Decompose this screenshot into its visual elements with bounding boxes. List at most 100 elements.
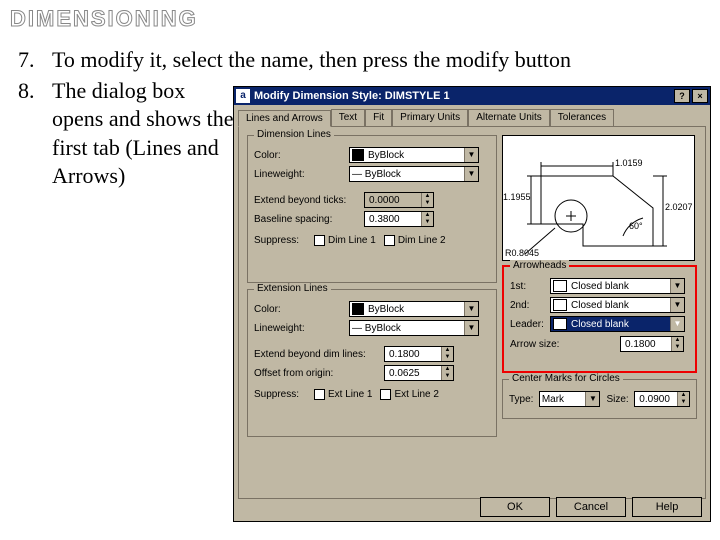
spin-down-icon[interactable]: ▼ (671, 344, 683, 351)
tab-lines-and-arrows[interactable]: Lines and Arrows (238, 110, 331, 127)
page-title: DIMENSIONING (0, 0, 720, 32)
baseline-value: 0.3800 (369, 214, 400, 225)
dimstyle-preview: 1.0159 1.1955 2.0207 60° R0.8045 (502, 135, 695, 261)
preview-radius: R0.8045 (505, 248, 539, 258)
arrowhead-icon (553, 299, 567, 311)
arrow-leader-select[interactable]: Closed blank ▼ (550, 316, 685, 332)
arrow-size-label: Arrow size: (510, 339, 620, 350)
chevron-down-icon: ▼ (670, 317, 684, 331)
preview-angle: 60° (629, 221, 643, 231)
ext-beyond-input[interactable]: 0.1800 ▲▼ (384, 346, 454, 362)
centermark-size-label: Size: (606, 394, 634, 405)
list-text: To modify it, select the name, then pres… (52, 47, 571, 72)
preview-dim: 1.0159 (615, 158, 643, 168)
spin-up-icon[interactable]: ▲ (671, 337, 683, 344)
spin-up-icon[interactable]: ▲ (421, 193, 433, 200)
extend-ticks-input[interactable]: 0.0000 ▲▼ (364, 192, 434, 208)
group-center-marks: Center Marks for Circles Type: Mark ▼ Si… (502, 379, 697, 419)
ext-suppress-label: Suppress: (254, 389, 314, 400)
preview-dim: 2.0207 (665, 202, 693, 212)
offset-origin-input[interactable]: 0.0625 ▲▼ (384, 365, 454, 381)
spin-down-icon[interactable]: ▼ (441, 354, 453, 361)
spin-down-icon[interactable]: ▼ (421, 200, 433, 207)
help-icon[interactable]: ? (674, 89, 690, 103)
arrow-2nd-select[interactable]: Closed blank ▼ (550, 297, 685, 313)
cancel-button[interactable]: Cancel (556, 497, 626, 517)
baseline-label: Baseline spacing: (254, 214, 364, 225)
close-icon[interactable]: × (692, 89, 708, 103)
tab-panel: Dimension Lines Color: ByBlock ▼ Linewei… (238, 127, 706, 499)
chevron-down-icon: ▼ (585, 392, 599, 406)
tab-bar: Lines and Arrows Text Fit Primary Units … (238, 109, 706, 127)
arrowhead-icon (553, 280, 567, 292)
offset-origin-label: Offset from origin: (254, 368, 384, 379)
chevron-down-icon: ▼ (464, 148, 478, 162)
color-label: Color: (254, 150, 349, 161)
arrow-1st-label: 1st: (510, 281, 550, 292)
titlebar: a Modify Dimension Style: DIMSTYLE 1 ? × (234, 87, 710, 105)
list-number: 7. (18, 46, 35, 75)
color-value: ByBlock (368, 150, 404, 161)
lineweight-label: Lineweight: (254, 169, 349, 180)
group-extension-lines: Extension Lines Color: ByBlock ▼ Linewei… (247, 289, 497, 437)
extend-ticks-label: Extend beyond ticks: (254, 195, 364, 206)
modify-dimstyle-dialog: a Modify Dimension Style: DIMSTYLE 1 ? ×… (233, 86, 711, 522)
group-legend: Center Marks for Circles (509, 373, 623, 384)
offset-origin-value: 0.0625 (389, 368, 420, 379)
spin-up-icon[interactable]: ▲ (441, 347, 453, 354)
spin-up-icon[interactable]: ▲ (441, 366, 453, 373)
spin-up-icon[interactable]: ▲ (677, 392, 689, 399)
centermark-size-input[interactable]: 0.0900 ▲▼ (634, 391, 690, 407)
list-item: 7. To modify it, select the name, then p… (18, 46, 700, 75)
ok-button[interactable]: OK (480, 497, 550, 517)
lineweight-select[interactable]: — ByBlock ▼ (349, 166, 479, 182)
ext-color-select[interactable]: ByBlock ▼ (349, 301, 479, 317)
arrow-size-input[interactable]: 0.1800 ▲▼ (620, 336, 684, 352)
tab-alternate-units[interactable]: Alternate Units (468, 109, 550, 126)
list-text: The dialog box opens and shows the first… (52, 77, 242, 191)
group-arrowheads: Arrowheads 1st: Closed blank ▼ 2nd: Clos… (502, 265, 697, 373)
suppress-label: Suppress: (254, 235, 314, 246)
centermark-type-select[interactable]: Mark ▼ (539, 391, 601, 407)
arrow-1st-select[interactable]: Closed blank ▼ (550, 278, 685, 294)
help-button[interactable]: Help (632, 497, 702, 517)
ext-lineweight-value: — ByBlock (352, 323, 401, 334)
ext-beyond-value: 0.1800 (389, 349, 420, 360)
arrow-leader-label: Leader: (510, 319, 550, 330)
dialog-title: Modify Dimension Style: DIMSTYLE 1 (254, 90, 674, 102)
spin-down-icon[interactable]: ▼ (421, 219, 433, 226)
chevron-down-icon: ▼ (464, 321, 478, 335)
chevron-down-icon: ▼ (464, 302, 478, 316)
dimline2-checkbox[interactable]: Dim Line 2 (384, 235, 446, 246)
centermark-type-label: Type: (509, 394, 539, 405)
chevron-down-icon: ▼ (464, 167, 478, 181)
group-legend: Arrowheads (510, 260, 569, 271)
color-swatch-icon (352, 303, 364, 315)
arrow-2nd-label: 2nd: (510, 300, 550, 311)
extline2-checkbox[interactable]: Ext Line 2 (380, 389, 438, 400)
tab-text[interactable]: Text (331, 109, 365, 126)
color-select[interactable]: ByBlock ▼ (349, 147, 479, 163)
extend-ticks-value: 0.0000 (369, 195, 400, 206)
ext-color-label: Color: (254, 304, 349, 315)
tab-fit[interactable]: Fit (365, 109, 392, 126)
ext-lineweight-select[interactable]: — ByBlock ▼ (349, 320, 479, 336)
group-legend: Extension Lines (254, 283, 331, 294)
tab-primary-units[interactable]: Primary Units (392, 109, 468, 126)
tab-tolerances[interactable]: Tolerances (550, 109, 614, 126)
extline1-checkbox[interactable]: Ext Line 1 (314, 389, 372, 400)
dimline1-checkbox[interactable]: Dim Line 1 (314, 235, 376, 246)
spin-down-icon[interactable]: ▼ (677, 399, 689, 406)
ext-beyond-label: Extend beyond dim lines: (254, 349, 384, 360)
list-number: 8. (18, 77, 35, 106)
spin-down-icon[interactable]: ▼ (441, 373, 453, 380)
arrowhead-icon (553, 318, 567, 330)
baseline-input[interactable]: 0.3800 ▲▼ (364, 211, 434, 227)
ext-color-value: ByBlock (368, 304, 404, 315)
lineweight-value: — ByBlock (352, 169, 401, 180)
ext-lineweight-label: Lineweight: (254, 323, 349, 334)
spin-up-icon[interactable]: ▲ (421, 212, 433, 219)
chevron-down-icon: ▼ (670, 279, 684, 293)
chevron-down-icon: ▼ (670, 298, 684, 312)
color-swatch-icon (352, 149, 364, 161)
